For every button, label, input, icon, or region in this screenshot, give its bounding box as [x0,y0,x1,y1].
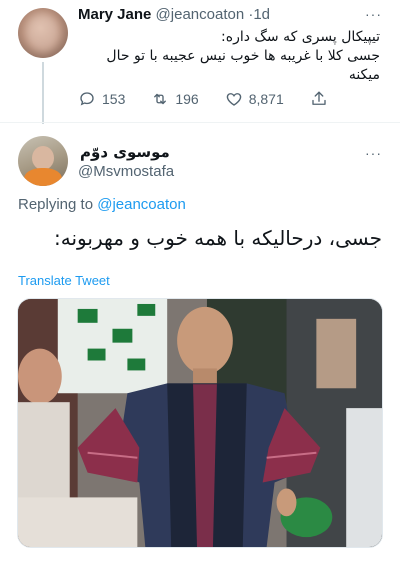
reply-count: 153 [102,91,126,107]
parent-tweet[interactable]: Mary Jane @jeancoaton ·1d ··· تیپیکال پس… [0,0,400,124]
reply-button[interactable]: 153 [78,90,125,108]
thread-connector-line [42,62,44,124]
like-count: 8,871 [248,91,284,107]
reply-author-name[interactable]: موسوی دوّم [80,143,170,161]
tweet-divider [0,122,400,123]
replying-to-link[interactable]: @jeancoaton [97,196,186,213]
parent-author-avatar[interactable] [18,8,68,58]
heart-icon [226,93,241,106]
parent-more-icon[interactable]: ··· [365,6,382,22]
share-button[interactable] [310,90,334,108]
reply-author-handle[interactable]: @Msvmostafa [78,163,174,180]
parent-author-name[interactable]: Mary Jane [78,6,151,23]
share-icon [312,91,326,105]
tweet-media-photo[interactable] [17,298,383,548]
parent-tweet-time[interactable]: 1d [253,6,270,23]
reply-author-avatar[interactable] [18,136,68,186]
parent-tweet-header: Mary Jane @jeancoaton ·1d [78,6,270,23]
parent-tweet-text: تیپیکال پسری که سگ داره: جسی کلا با غریب… [106,29,380,83]
parent-tweet-actions: 153 196 8,871 [78,89,338,109]
meme-photo-image [18,299,382,547]
reply-tweet-text: جسی، درحالیکه با همه خوب و مهربونه: [54,226,382,250]
replying-to-line: Replying to @jeancoaton [18,196,186,213]
retweet-button[interactable]: 196 [151,90,199,108]
like-button[interactable]: 8,871 [225,90,284,108]
retweet-count: 196 [175,91,199,107]
parent-author-handle[interactable]: @jeancoaton [156,6,245,23]
translate-tweet-link[interactable]: Translate Tweet [18,273,110,288]
reply-icon [80,92,94,106]
reply-more-icon[interactable]: ··· [365,145,382,161]
retweet-icon [154,93,167,105]
replying-to-prefix: Replying to [18,196,94,213]
